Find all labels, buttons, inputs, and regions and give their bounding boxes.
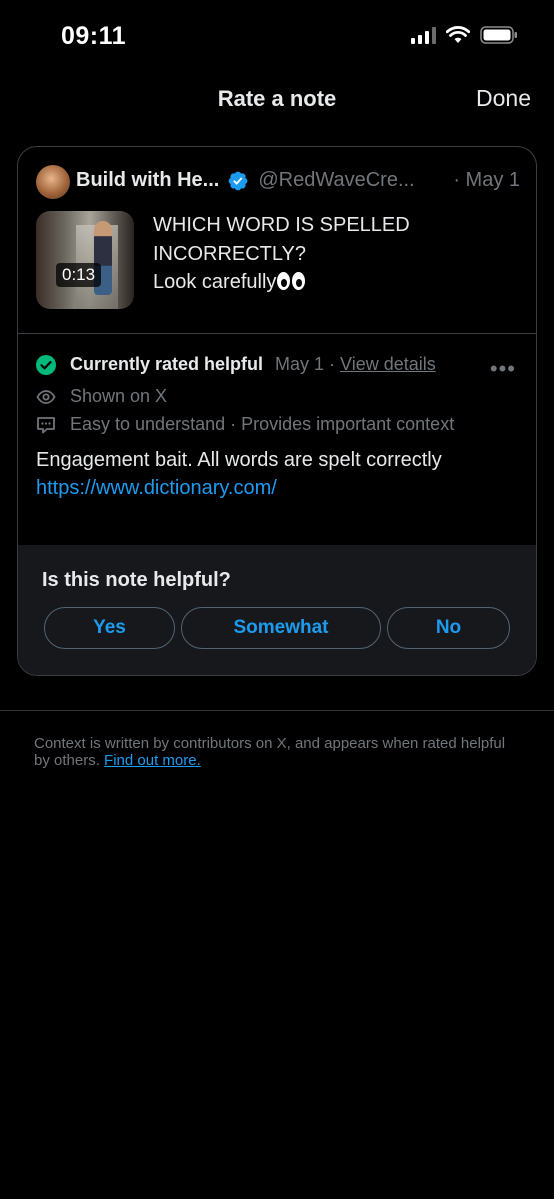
rating-panel: Is this note helpful? Yes Somewhat No bbox=[18, 545, 536, 675]
view-details-link[interactable]: View details bbox=[340, 354, 436, 375]
author-handle: @RedWaveCre... bbox=[258, 169, 415, 191]
eyes-emoji-icon bbox=[277, 272, 307, 290]
note-text: Engagement bait. All words are spelt cor… bbox=[36, 449, 442, 471]
status-bar: 09:11 bbox=[0, 0, 554, 70]
author-name[interactable]: Build with He... bbox=[76, 169, 219, 192]
verified-badge-icon bbox=[228, 171, 248, 190]
footer-info: Context is written by contributors on X,… bbox=[34, 735, 524, 769]
note-status-date: May 1 · bbox=[275, 354, 336, 374]
note-card: Build with He... @RedWaveCre... · May 1 … bbox=[17, 146, 537, 676]
shown-on-label: Shown on X bbox=[70, 386, 168, 406]
yes-button[interactable]: Yes bbox=[44, 607, 175, 649]
note-status-label: Currently rated helpful bbox=[70, 354, 264, 374]
status-time: 09:11 bbox=[61, 22, 127, 50]
status-icons bbox=[411, 26, 518, 44]
tweet-text-line: INCORRECTLY? bbox=[153, 242, 306, 265]
more-options-icon[interactable]: ••• bbox=[490, 356, 516, 382]
note-link[interactable]: https://www.dictionary.com/ bbox=[36, 474, 516, 502]
tweet-text-line: WHICH WORD IS SPELLED bbox=[153, 214, 410, 236]
divider bbox=[0, 710, 554, 711]
rating-question: Is this note helpful? bbox=[42, 569, 231, 591]
note-status-row: Currently rated helpful May 1 · View det… bbox=[36, 354, 436, 375]
video-duration: 0:13 bbox=[56, 263, 102, 287]
tweet-author-row: Build with He... @RedWaveCre... · May 1 bbox=[76, 169, 520, 192]
check-circle-icon bbox=[36, 354, 56, 375]
tweet-preview[interactable]: Build with He... @RedWaveCre... · May 1 … bbox=[18, 147, 536, 334]
done-button[interactable]: Done bbox=[476, 85, 531, 112]
tweet-text-line: Look carefully bbox=[153, 271, 277, 293]
somewhat-button[interactable]: Somewhat bbox=[181, 607, 381, 649]
no-button[interactable]: No bbox=[387, 607, 510, 649]
cellular-signal-icon bbox=[411, 26, 436, 44]
avatar[interactable] bbox=[36, 165, 70, 199]
note-tags: Easy to understand · Provides important … bbox=[70, 414, 455, 434]
note-body: Engagement bait. All words are spelt cor… bbox=[36, 446, 516, 502]
note-tags-row: Easy to understand · Provides important … bbox=[36, 414, 454, 435]
nav-bar: Rate a note Done bbox=[0, 78, 554, 122]
video-thumbnail[interactable]: 0:13 bbox=[36, 211, 134, 309]
shown-on-row: Shown on X bbox=[36, 386, 167, 407]
message-icon bbox=[37, 416, 55, 433]
community-note: Currently rated helpful May 1 · View det… bbox=[18, 334, 536, 545]
tweet-text: WHICH WORD IS SPELLED INCORRECTLY? Look … bbox=[153, 211, 453, 297]
eye-icon bbox=[36, 389, 56, 404]
page-title: Rate a note bbox=[217, 86, 337, 111]
find-out-more-link[interactable]: Find out more. bbox=[104, 752, 201, 769]
battery-icon bbox=[480, 26, 517, 44]
wifi-icon bbox=[446, 26, 470, 43]
tweet-date: · May 1 bbox=[453, 169, 520, 191]
